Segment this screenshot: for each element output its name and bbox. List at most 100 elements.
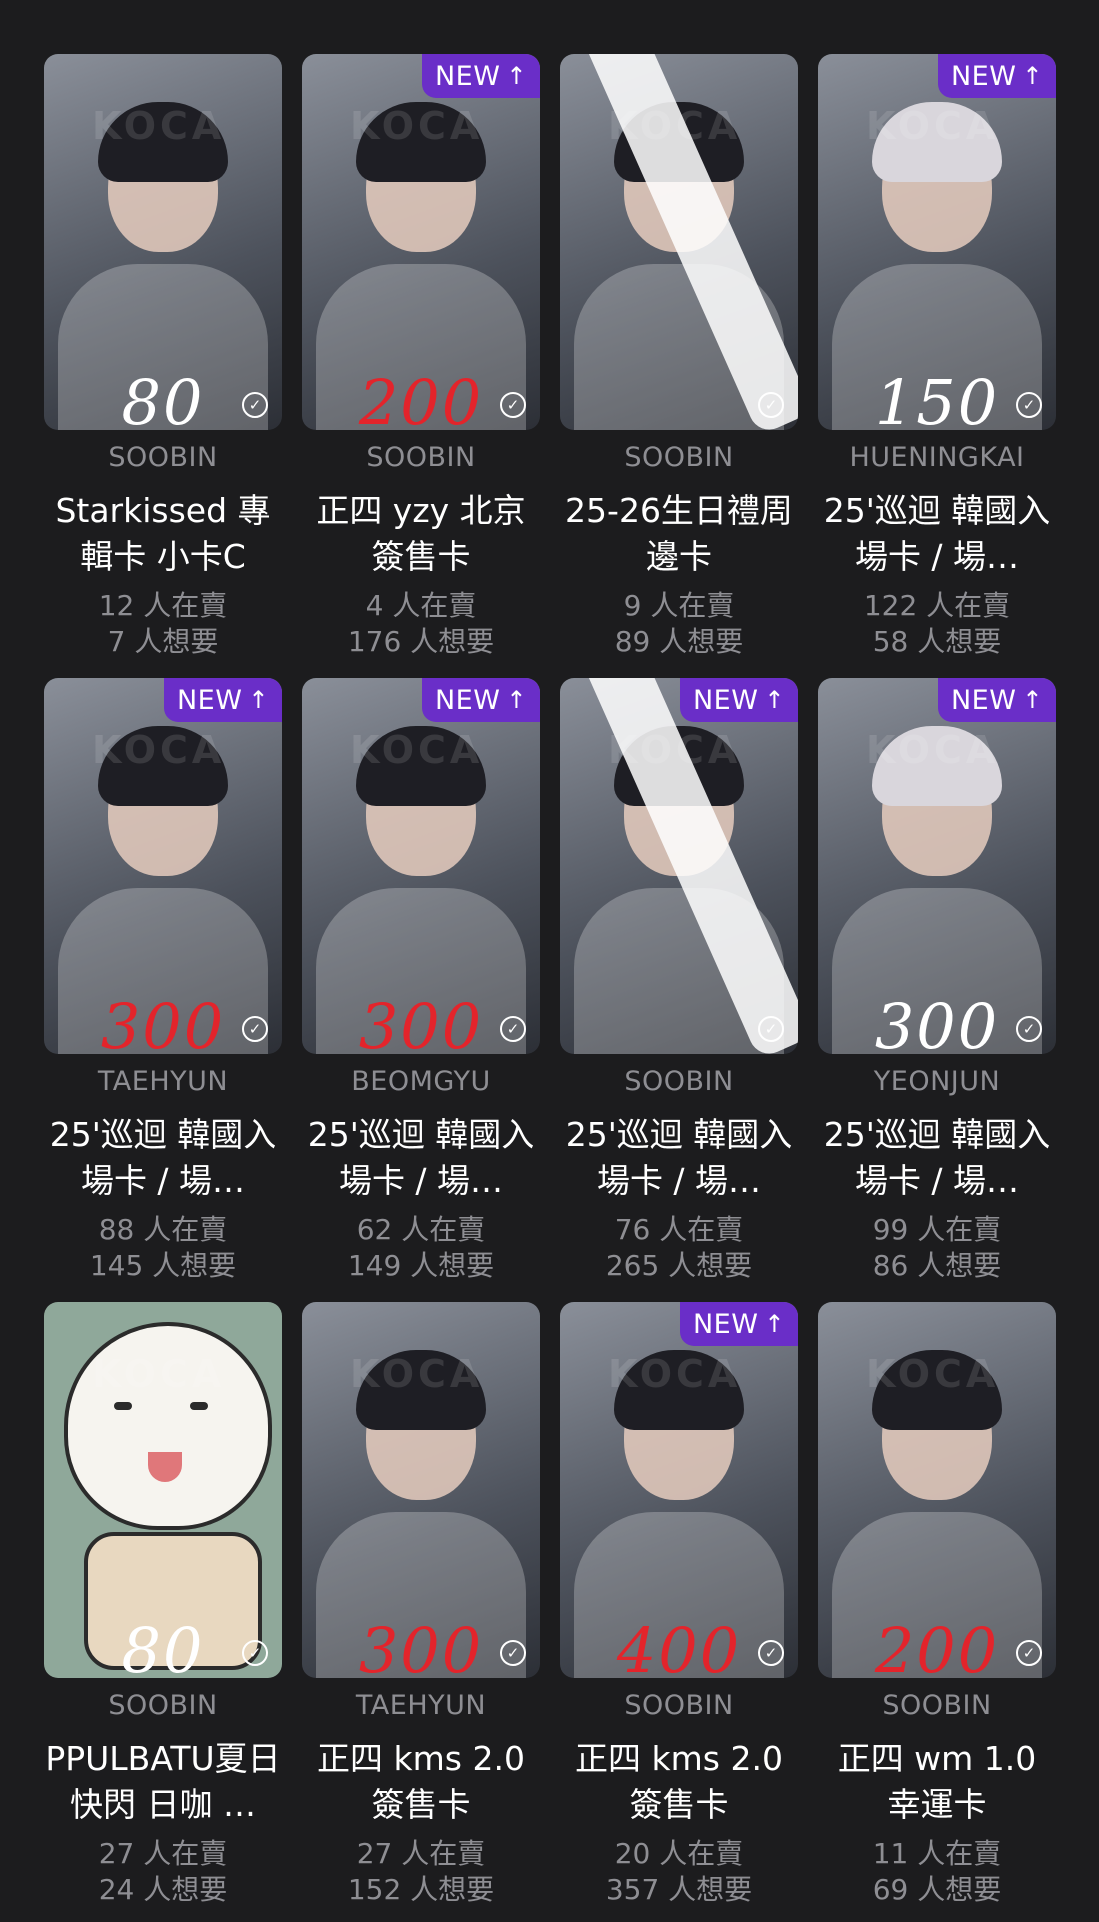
photocard-grid: KOCA✓80SOOBINStarkissed 專輯卡 小卡C12 人在賣7 人…	[44, 50, 1056, 1922]
photo-subject	[98, 102, 228, 182]
arrow-up-icon: ↑	[506, 62, 528, 90]
sellers-count: 122 人在賣	[863, 589, 1011, 622]
arrow-up-icon: ↑	[248, 686, 270, 714]
sellers-count: 27 人在賣	[356, 1837, 486, 1870]
member-name: TAEHYUN	[355, 1690, 487, 1721]
wanters-count: 89 人想要	[614, 625, 744, 658]
sellers-count: 12 人在賣	[98, 589, 228, 622]
member-name: BEOMGYU	[351, 1066, 491, 1097]
wanters-count: 24 人想要	[98, 1873, 228, 1906]
card-title[interactable]: 25'巡迴 韓國入場卡 / 場…	[818, 488, 1056, 580]
sellers-count: 27 人在賣	[98, 1837, 228, 1870]
illustration-part	[114, 1402, 132, 1410]
photo-subject	[872, 726, 1002, 806]
photo-subject	[614, 1350, 744, 1430]
photocard-listing[interactable]: KOCANEW↑✓300YEONJUN25'巡迴 韓國入場卡 / 場…99 人在…	[818, 674, 1056, 1298]
sellers-count: 88 人在賣	[98, 1213, 228, 1246]
card-title[interactable]: 25'巡迴 韓國入場卡 / 場…	[560, 1112, 798, 1204]
member-name: YEONJUN	[873, 1066, 1001, 1097]
illustration-part	[190, 1402, 208, 1410]
arrow-up-icon: ↑	[764, 686, 786, 714]
photocard-image[interactable]: KOCA✓	[560, 54, 798, 430]
wanters-count: 7 人想要	[107, 625, 219, 658]
wanters-count: 152 人想要	[347, 1873, 495, 1906]
photocard-image[interactable]: KOCANEW↑✓	[560, 678, 798, 1054]
handwritten-price: 150	[874, 366, 1000, 439]
new-badge: NEW ↑	[938, 678, 1056, 722]
wanters-count: 145 人想要	[89, 1249, 237, 1282]
wanters-count: 265 人想要	[605, 1249, 753, 1282]
member-name: SOOBIN	[624, 1066, 734, 1097]
photocard-listing[interactable]: KOCANEW↑✓150HUENINGKAI25'巡迴 韓國入場卡 / 場…12…	[818, 50, 1056, 674]
handwritten-price: 400	[616, 1614, 742, 1687]
wanters-count: 357 人想要	[605, 1873, 753, 1906]
card-title[interactable]: 25'巡迴 韓國入場卡 / 場…	[818, 1112, 1056, 1204]
new-badge: NEW ↑	[680, 678, 798, 722]
photocard-listing[interactable]: KOCA✓ SOOBIN 25-26生日禮周邊卡 9 人在賣89 人想要	[560, 50, 798, 674]
photocard-listing[interactable]: KOCANEW↑✓ SOOBIN 25'巡迴 韓國入場卡 / 場… 76 人在賣265…	[560, 674, 798, 1298]
photo-subject	[98, 726, 228, 806]
member-name: TAEHYUN	[97, 1066, 229, 1097]
sellers-count: 9 人在賣	[623, 589, 735, 622]
card-title[interactable]: 25'巡迴 韓國入場卡 / 場…	[302, 1112, 540, 1204]
new-badge-label: NEW	[950, 60, 1017, 92]
arrow-up-icon: ↑	[764, 1310, 786, 1338]
handwritten-price: 80	[121, 366, 205, 439]
sellers-count: 99 人在賣	[872, 1213, 1002, 1246]
handwritten-price: 300	[358, 1614, 484, 1687]
new-badge-label: NEW	[434, 60, 501, 92]
new-badge: NEW ↑	[422, 54, 540, 98]
photocard-listing[interactable]: KOCANEW↑✓300TAEHYUN25'巡迴 韓國入場卡 / 場…88 人在…	[44, 674, 282, 1298]
photocard-listing[interactable]: KOCA✓80SOOBINStarkissed 專輯卡 小卡C12 人在賣7 人…	[44, 50, 282, 674]
card-title[interactable]: 正四 kms 2.0 簽售卡	[560, 1736, 798, 1828]
photocard-listing[interactable]: KOCANEW↑✓300BEOMGYU25'巡迴 韓國入場卡 / 場…62 人在…	[302, 674, 540, 1298]
handwritten-price: 300	[874, 990, 1000, 1063]
illustration-part	[64, 1322, 272, 1530]
member-name: SOOBIN	[624, 442, 734, 473]
photocard-listing[interactable]: KOCANEW↑✓200SOOBIN正四 yzy 北京簽售卡4 人在賣176 人…	[302, 50, 540, 674]
arrow-up-icon: ↑	[1022, 686, 1044, 714]
member-name: SOOBIN	[108, 442, 218, 473]
photo-subject	[356, 102, 486, 182]
arrow-up-icon: ↑	[506, 686, 528, 714]
photocard-listing[interactable]: KOCA✓80SOOBINPPULBATU夏日快閃 日咖 …27 人在賣24 人…	[44, 1298, 282, 1922]
sellers-count: 62 人在賣	[356, 1213, 486, 1246]
handwritten-price: 200	[874, 1614, 1000, 1687]
new-badge: NEW ↑	[422, 678, 540, 722]
member-name: HUENINGKAI	[849, 442, 1025, 473]
photo-subject	[872, 102, 1002, 182]
photocard-listing[interactable]: KOCANEW↑✓400SOOBIN正四 kms 2.0 簽售卡20 人在賣35…	[560, 1298, 798, 1922]
sellers-count: 20 人在賣	[614, 1837, 744, 1870]
photo-subject	[872, 1350, 1002, 1430]
sellers-count: 11 人在賣	[872, 1837, 1002, 1870]
arrow-up-icon: ↑	[1022, 62, 1044, 90]
new-badge-label: NEW	[176, 684, 243, 716]
card-title[interactable]: 25'巡迴 韓國入場卡 / 場…	[44, 1112, 282, 1204]
sellers-count: 76 人在賣	[614, 1213, 744, 1246]
member-name: SOOBIN	[624, 1690, 734, 1721]
card-title[interactable]: 正四 yzy 北京簽售卡	[302, 488, 540, 580]
new-badge-label: NEW	[692, 1308, 759, 1340]
photocard-listing[interactable]: KOCA✓300TAEHYUN正四 kms 2.0 簽售卡27 人在賣152 人…	[302, 1298, 540, 1922]
new-badge: NEW ↑	[164, 678, 282, 722]
card-title[interactable]: 正四 kms 2.0 簽售卡	[302, 1736, 540, 1828]
card-title[interactable]: PPULBATU夏日快閃 日咖 …	[44, 1736, 282, 1828]
member-name: SOOBIN	[882, 1690, 992, 1721]
wanters-count: 149 人想要	[347, 1249, 495, 1282]
photo-subject	[356, 726, 486, 806]
sellers-count: 4 人在賣	[365, 589, 477, 622]
photo-subject	[356, 1350, 486, 1430]
card-title[interactable]: 正四 wm 1.0 幸運卡	[818, 1736, 1056, 1828]
new-badge-label: NEW	[692, 684, 759, 716]
handwritten-price: 80	[121, 1614, 205, 1687]
handwritten-price: 300	[358, 990, 484, 1063]
new-badge-label: NEW	[434, 684, 501, 716]
handwritten-price: 300	[100, 990, 226, 1063]
wanters-count: 58 人想要	[872, 625, 1002, 658]
member-name: SOOBIN	[108, 1690, 218, 1721]
card-title[interactable]: 25-26生日禮周邊卡	[560, 488, 798, 580]
photocard-listing[interactable]: KOCA✓200SOOBIN正四 wm 1.0 幸運卡11 人在賣69 人想要	[818, 1298, 1056, 1922]
wanters-count: 69 人想要	[872, 1873, 1002, 1906]
card-title[interactable]: Starkissed 專輯卡 小卡C	[44, 488, 282, 580]
wanters-count: 176 人想要	[347, 625, 495, 658]
